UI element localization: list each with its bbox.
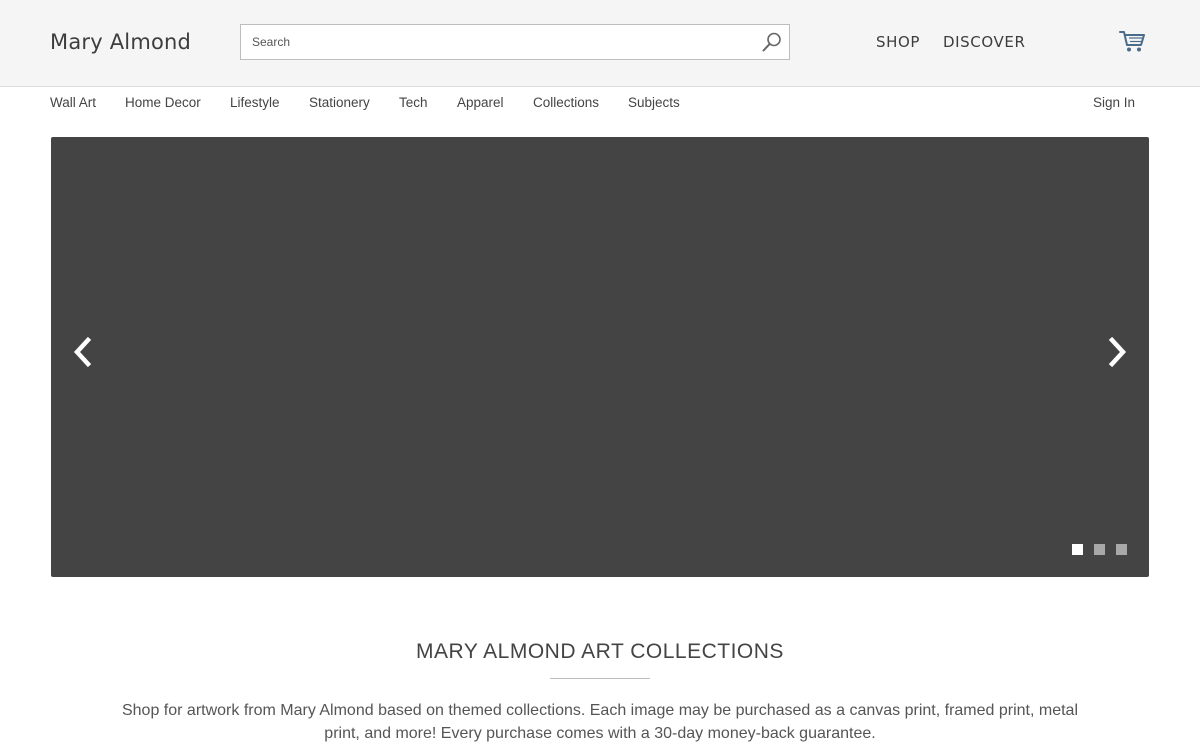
chevron-left-icon — [73, 336, 92, 368]
search-input[interactable] — [241, 25, 751, 59]
carousel-dot-2[interactable] — [1094, 544, 1105, 555]
hero-carousel — [51, 137, 1149, 577]
category-tech[interactable]: Tech — [399, 95, 428, 110]
brand-logo[interactable]: Mary Almond — [50, 30, 191, 54]
category-lifestyle[interactable]: Lifestyle — [230, 95, 280, 110]
carousel-prev-button[interactable] — [69, 335, 97, 369]
site-header: Mary Almond SHOP DISCOVER — [0, 0, 1200, 87]
carousel-dot-3[interactable] — [1116, 544, 1127, 555]
sign-in-link[interactable]: Sign In — [1093, 95, 1135, 110]
nav-discover[interactable]: DISCOVER — [943, 33, 1025, 51]
cart-icon — [1119, 31, 1145, 52]
category-subjects[interactable]: Subjects — [628, 95, 680, 110]
category-collections[interactable]: Collections — [533, 95, 599, 110]
search-icon — [762, 32, 781, 52]
carousel-next-button[interactable] — [1103, 335, 1131, 369]
section-title: MARY ALMOND ART COLLECTIONS — [416, 640, 784, 663]
title-divider — [550, 678, 650, 679]
category-stationery[interactable]: Stationery — [309, 95, 370, 110]
category-wall-art[interactable]: Wall Art — [50, 95, 96, 110]
nav-shop[interactable]: SHOP — [876, 33, 920, 51]
carousel-dot-1[interactable] — [1072, 544, 1083, 555]
category-home-decor[interactable]: Home Decor — [125, 95, 201, 110]
search-bar — [240, 24, 790, 60]
category-apparel[interactable]: Apparel — [457, 95, 504, 110]
cart-button[interactable] — [1118, 28, 1146, 54]
search-button[interactable] — [761, 31, 783, 53]
chevron-right-icon — [1108, 336, 1127, 368]
section-description: Shop for artwork from Mary Almond based … — [121, 702, 1078, 742]
